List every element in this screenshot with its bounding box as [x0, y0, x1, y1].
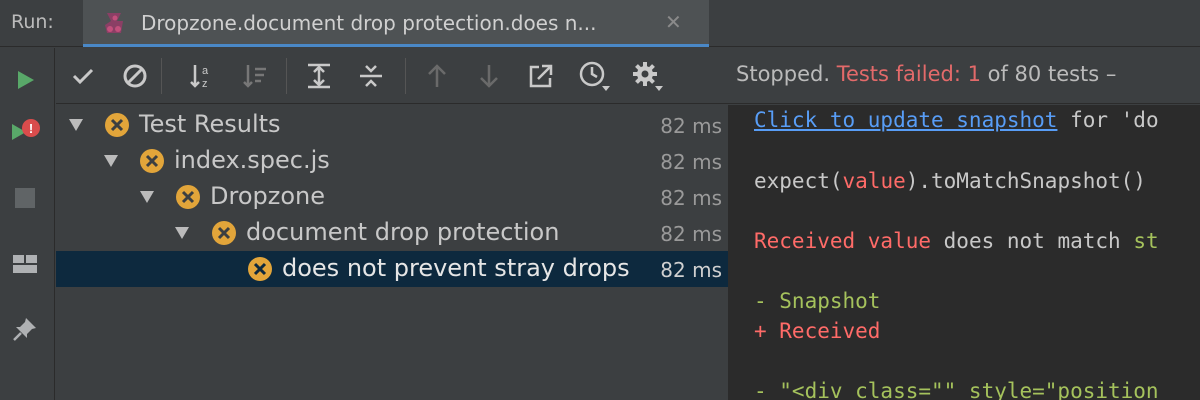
check-icon — [72, 68, 94, 85]
tree-row-duration: 82 ms — [660, 258, 722, 282]
tab-title: Dropzone.document drop protection.does n… — [141, 11, 597, 35]
tree-row-document-drop-protection[interactable]: document drop protection 82 ms — [56, 215, 728, 251]
collapse-all-button[interactable] — [354, 59, 388, 93]
test-history-button[interactable] — [578, 59, 612, 93]
console-text: value — [842, 169, 906, 193]
console-text: does not match — [931, 229, 1134, 253]
console-text: st — [1133, 229, 1159, 253]
tree-row-index-spec[interactable]: index.spec.js 82 ms — [56, 143, 728, 179]
export-icon — [529, 64, 553, 88]
toolbar-separator — [286, 58, 287, 94]
expand-arrow-icon[interactable] — [175, 227, 189, 239]
stop-button[interactable] — [8, 181, 42, 215]
sort-duration-icon — [243, 65, 266, 88]
layout-button[interactable] — [8, 247, 42, 281]
rerun-button[interactable] — [8, 63, 42, 97]
console-text: ).toMatchSnapshot() — [905, 169, 1146, 193]
tree-row-label: index.spec.js — [174, 146, 330, 174]
console-output[interactable]: Click to update snapshot for 'do expect(… — [731, 105, 1200, 400]
settings-button[interactable] — [631, 59, 665, 93]
svg-text:z: z — [202, 78, 208, 90]
update-snapshot-link[interactable]: Click to update snapshot — [754, 108, 1057, 132]
console-text: expect( — [754, 169, 843, 193]
expand-arrow-icon[interactable] — [140, 191, 154, 203]
show-ignored-button[interactable] — [118, 59, 152, 93]
test-status: Stopped. Tests failed: 1 of 80 tests – — [736, 62, 1116, 86]
collapse-all-icon — [360, 65, 382, 87]
test-failed-icon — [105, 113, 129, 137]
toolbar-separator — [161, 58, 162, 94]
sort-by-duration-button[interactable] — [238, 59, 272, 93]
arrow-up-icon — [428, 64, 446, 87]
rerun-failed-button[interactable]: ! — [8, 114, 42, 148]
ignored-icon — [123, 64, 147, 88]
tree-row-label: Test Results — [139, 110, 281, 138]
svg-text:!: ! — [29, 121, 33, 136]
tree-row-dropzone[interactable]: Dropzone 82 ms — [56, 179, 728, 215]
status-stopped: Stopped. — [736, 62, 830, 86]
left-toolbar: ! — [0, 48, 55, 400]
test-failed-icon — [176, 185, 200, 209]
tree-row-label: does not prevent stray drops — [282, 254, 630, 282]
svg-text:a: a — [202, 65, 209, 77]
tree-row-test-results[interactable]: Test Results 82 ms — [56, 107, 728, 143]
expand-all-icon — [308, 63, 330, 89]
pin-button[interactable] — [8, 312, 42, 346]
test-failed-icon — [212, 221, 236, 245]
export-results-button[interactable] — [524, 59, 558, 93]
show-passed-button[interactable] — [66, 59, 100, 93]
test-failed-icon — [140, 149, 164, 173]
tree-row-label: Dropzone — [210, 182, 325, 210]
console-line-diff: - "<div class="" style="position — [754, 379, 1159, 400]
console-text: for 'do — [1057, 108, 1159, 132]
status-total: of 80 tests – — [987, 62, 1117, 86]
tree-row-duration: 82 ms — [660, 222, 722, 246]
run-tab[interactable]: Dropzone.document drop protection.does n… — [83, 0, 709, 47]
test-results-tree: Test Results 82 ms index.spec.js 82 ms D… — [56, 105, 728, 400]
console-line: Received value does not match st — [754, 229, 1159, 253]
test-failed-icon — [248, 257, 272, 281]
test-toolbar: a z Stopped. Tests failed: 1 of 80 tests… — [56, 48, 1200, 104]
console-line: Click to update snapshot for 'do — [754, 108, 1159, 132]
rerun-failed-icon: ! — [12, 119, 40, 140]
sort-alpha-icon: a z — [190, 65, 209, 90]
tree-row-duration: 82 ms — [660, 114, 722, 138]
stop-icon — [15, 188, 35, 208]
close-tab-icon[interactable]: ✕ — [665, 10, 682, 34]
tree-row-duration: 82 ms — [660, 186, 722, 210]
run-tool-window-header: Run: Dropzone.document drop protection.d… — [0, 0, 1200, 47]
play-icon — [18, 71, 34, 89]
next-failed-button[interactable] — [472, 59, 506, 93]
previous-failed-button[interactable] — [420, 59, 454, 93]
console-line: expect(value).toMatchSnapshot() — [754, 169, 1146, 193]
tree-row-does-not-prevent-stray-drops[interactable]: does not prevent stray drops 82 ms — [56, 251, 728, 287]
status-tests-failed: Tests failed: 1 — [836, 62, 981, 86]
gear-icon — [633, 62, 663, 91]
arrow-down-icon — [480, 65, 498, 88]
expand-arrow-icon[interactable] — [69, 119, 83, 131]
tree-row-label: document drop protection — [246, 218, 560, 246]
expand-arrow-icon[interactable] — [104, 155, 118, 167]
layout-icon — [13, 255, 37, 273]
tree-row-duration: 82 ms — [660, 150, 722, 174]
console-line-received: + Received — [754, 319, 881, 343]
run-label: Run: — [11, 11, 54, 33]
console-text: Received value — [754, 229, 932, 253]
history-clock-icon — [579, 61, 610, 91]
expand-all-button[interactable] — [302, 59, 336, 93]
console-line-snapshot: - Snapshot — [754, 289, 881, 313]
toolbar-separator — [405, 58, 406, 94]
sort-alphabetically-button[interactable]: a z — [185, 59, 219, 93]
pin-icon — [13, 318, 36, 341]
jest-icon — [105, 13, 123, 33]
